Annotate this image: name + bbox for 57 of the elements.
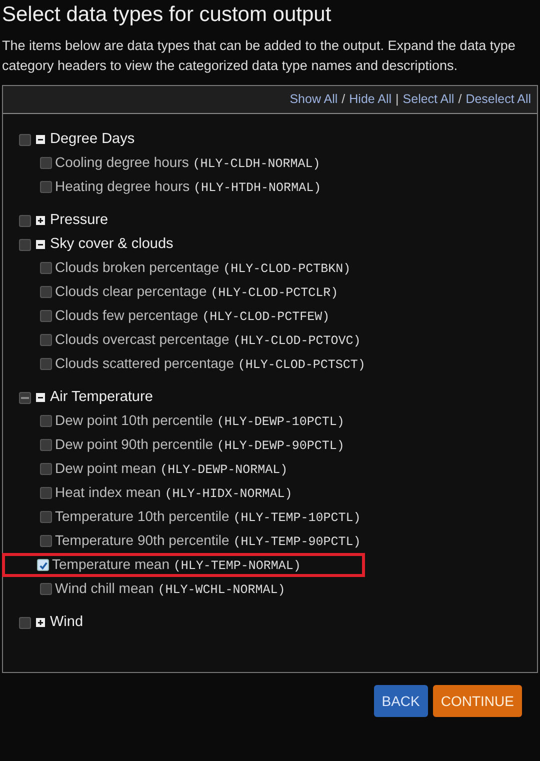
category-label: Sky cover & clouds	[50, 234, 174, 254]
toolbar-link[interactable]: Select All	[402, 90, 454, 109]
toolbar-link[interactable]: Hide All	[349, 90, 392, 109]
separator: |	[396, 91, 399, 108]
data-type-label: Clouds overcast percentage (HLY-CLOD-PCTOVC)	[55, 330, 361, 350]
checkbox[interactable]	[40, 334, 52, 346]
data-type-label: Temperature mean (HLY-TEMP-NORMAL)	[52, 555, 301, 576]
page-title: Select data types for custom output	[1, 2, 332, 28]
checkmark-icon	[38, 560, 48, 570]
checkbox[interactable]	[40, 358, 52, 370]
data-type-label: Clouds scattered percentage (HLY-CLOD-PCTSCT)	[55, 354, 366, 374]
expand-icon[interactable]	[36, 618, 45, 627]
data-type-label: Cooling degree hours (HLY-CLDH-NORMAL)	[55, 153, 320, 174]
back-button[interactable]: BACK	[374, 685, 428, 717]
checkbox[interactable]	[19, 392, 31, 404]
checkbox[interactable]	[19, 616, 31, 628]
checkbox[interactable]	[40, 310, 52, 322]
data-type-label: Dew point 10th percentile (HLY-DEWP-10PCTL)	[55, 411, 344, 432]
checkbox[interactable]	[40, 262, 52, 274]
data-type-label: Clouds broken percentage (HLY-CLOD-PCTBKN)	[55, 258, 351, 278]
description: The items below are data types that can be added to the output. Expand the data type category headers to view the categorized data type names and descriptions.	[1, 37, 516, 75]
separator: /	[458, 91, 462, 108]
category-label: Air Temperature	[50, 388, 153, 407]
toolbar-link[interactable]: Deselect All	[466, 90, 531, 109]
checkbox[interactable]	[40, 463, 52, 475]
data-type-label: Dew point mean (HLY-DEWP-NORMAL)	[55, 459, 288, 480]
checkbox[interactable]	[40, 583, 52, 595]
data-type-label: Temperature 90th percentile (HLY-TEMP-90PCTL)	[55, 531, 361, 552]
data-type-label: Wind chill mean (HLY-WCHL-NORMAL)	[55, 579, 286, 600]
data-type-label: Heat index mean (HLY-HIDX-NORMAL)	[55, 483, 292, 504]
separator: /	[342, 91, 346, 108]
data-type-label: Temperature 10th percentile (HLY-TEMP-10PCTL)	[55, 507, 361, 528]
checkbox[interactable]	[40, 181, 52, 193]
collapse-icon[interactable]	[36, 240, 45, 249]
dash-icon	[21, 396, 29, 398]
checkbox[interactable]	[19, 238, 31, 250]
category-label: Degree Days	[50, 130, 135, 149]
collapse-icon[interactable]	[36, 393, 45, 402]
data-type-label: Clouds few percentage (HLY-CLOD-PCTFEW)	[55, 306, 330, 326]
category-label: Wind	[50, 612, 84, 632]
checkbox[interactable]	[19, 214, 31, 226]
checkbox[interactable]	[40, 286, 52, 298]
category-label: Pressure	[50, 210, 108, 230]
checkbox[interactable]	[19, 134, 31, 146]
checkbox[interactable]	[40, 415, 52, 427]
checkbox[interactable]	[40, 439, 52, 451]
checkbox[interactable]	[40, 511, 52, 523]
toolbar-link[interactable]: Show All	[290, 90, 338, 109]
checkbox[interactable]	[40, 157, 52, 169]
data-type-label: Dew point 90th percentile (HLY-DEWP-90PCTL)	[55, 435, 344, 456]
collapse-icon[interactable]	[36, 135, 45, 144]
checkbox[interactable]	[40, 535, 52, 547]
expand-icon[interactable]	[36, 216, 45, 225]
data-type-label: Heating degree hours (HLY-HTDH-NORMAL)	[55, 177, 322, 198]
data-type-label: Clouds clear percentage (HLY-CLOD-PCTCLR)	[55, 282, 338, 302]
checkbox[interactable]	[37, 559, 49, 571]
checkbox[interactable]	[40, 487, 52, 499]
